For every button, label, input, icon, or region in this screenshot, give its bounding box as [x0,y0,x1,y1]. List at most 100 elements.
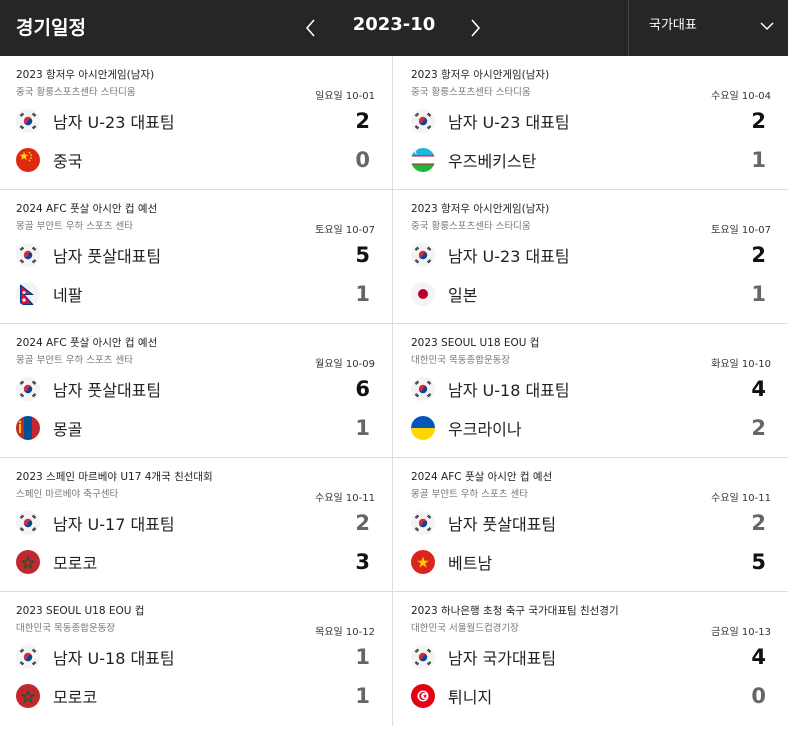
competition-name: 2024 AFC 풋살 아시안 컵 예선 [16,337,158,349]
korea-flag-icon [16,109,40,133]
team-name: 모로코 [53,688,98,707]
team-score: 4 [751,377,766,401]
home-team: 남자 U-17 대표팀 2 [16,510,370,536]
team-score: 1 [355,282,370,306]
home-team: 남자 U-18 대표팀 4 [411,376,766,402]
match-date: 금요일 10-13 [711,627,771,638]
away-team: 모로코 1 [16,683,370,709]
match-date: 수요일 10-11 [711,493,771,504]
competition-name: 2023 SEOUL U18 EOU 컵 [411,337,540,349]
venue-name: 몽골 부얀트 우하 스포츠 센타 [16,355,133,366]
prev-month-button[interactable] [299,16,323,40]
competition-name: 2024 AFC 풋살 아시안 컵 예선 [16,203,158,215]
match-column-right: 2023 항저우 아시안게임(남자) 중국 황룽스포츠센타 스타디움 수요일 1… [393,56,788,726]
competition-name: 2023 SEOUL U18 EOU 컵 [16,605,145,617]
team-name: 튀니지 [448,688,493,707]
away-team: 중국 0 [16,147,370,173]
match-date: 토요일 10-07 [711,225,771,236]
team-name: 남자 U-18 대표팀 [53,649,175,668]
team-name: 남자 풋살대표팀 [53,247,162,266]
away-team: 베트남 5 [411,549,766,575]
team-name: 남자 U-23 대표팀 [448,247,570,266]
away-team: 우크라이나 2 [411,415,766,441]
team-name: 남자 U-23 대표팀 [53,113,175,132]
match-card[interactable]: 2023 항저우 아시안게임(남자) 중국 황룽스포츠센타 스타디움 토요일 1… [393,190,788,324]
match-card[interactable]: 2023 항저우 아시안게임(남자) 중국 황룽스포츠센타 스타디움 수요일 1… [393,56,788,190]
match-card[interactable]: 2023 SEOUL U18 EOU 컵 대한민국 목동종합운동장 화요일 10… [393,324,788,458]
nepal-flag-icon [16,282,40,306]
team-score: 2 [751,243,766,267]
team-name: 남자 국가대표팀 [448,649,557,668]
team-score: 1 [751,148,766,172]
morocco-flag-icon [16,550,40,574]
team-score: 5 [751,550,766,574]
chevron-right-icon [471,19,481,37]
home-team: 남자 U-18 대표팀 1 [16,644,370,670]
team-score: 4 [751,645,766,669]
competition-name: 2023 하나은행 초청 축구 국가대표팀 친선경기 [411,605,619,617]
team-score: 2 [355,511,370,535]
team-filter-dropdown[interactable]: 국가대표 [628,0,788,56]
mongolia-flag-icon [16,416,40,440]
match-card[interactable]: 2023 항저우 아시안게임(남자) 중국 황룽스포츠센타 스타디움 일요일 1… [0,56,392,190]
team-name: 남자 풋살대표팀 [53,381,162,400]
team-name: 우크라이나 [448,420,522,439]
venue-name: 몽골 부얀트 우하 스포츠 센타 [411,489,528,500]
team-name: 중국 [53,152,83,171]
team-score: 2 [751,416,766,440]
match-card[interactable]: 2024 AFC 풋살 아시안 컵 예선 몽골 부얀트 우하 스포츠 센타 월요… [0,324,392,458]
team-name: 모로코 [53,554,98,573]
team-score: 6 [355,377,370,401]
page-title: 경기일정 [16,17,86,39]
match-date: 수요일 10-11 [315,493,375,504]
korea-flag-icon [411,511,435,535]
home-team: 남자 풋살대표팀 2 [411,510,766,536]
match-card[interactable]: 2023 스페인 마르베야 U17 4개국 친선대회 스페인 마르베야 축구센타… [0,458,392,592]
team-score: 1 [355,684,370,708]
team-name: 남자 U-18 대표팀 [448,381,570,400]
team-name: 일본 [448,286,478,305]
away-team: 우즈베키스탄 1 [411,147,766,173]
ukraine-flag-icon [411,416,435,440]
team-filter-value: 국가대표 [649,18,697,33]
vietnam-flag-icon [411,550,435,574]
chevron-left-icon [305,19,315,37]
match-card[interactable]: 2024 AFC 풋살 아시안 컵 예선 몽골 부얀트 우하 스포츠 센타 수요… [393,458,788,592]
korea-flag-icon [16,377,40,401]
competition-name: 2023 항저우 아시안게임(남자) [411,69,550,81]
team-score: 2 [751,109,766,133]
venue-name: 대한민국 서울월드컵경기장 [411,623,519,634]
team-score: 1 [355,645,370,669]
away-team: 모로코 3 [16,549,370,575]
current-month: 2023-10 [352,14,436,35]
next-month-button[interactable] [463,16,487,40]
team-name: 남자 U-23 대표팀 [448,113,570,132]
korea-flag-icon [16,645,40,669]
match-card[interactable]: 2023 SEOUL U18 EOU 컵 대한민국 목동종합운동장 목요일 10… [0,592,392,726]
home-team: 남자 U-23 대표팀 2 [411,108,766,134]
venue-name: 대한민국 목동종합운동장 [16,623,116,634]
venue-name: 대한민국 목동종합운동장 [411,355,511,366]
match-date: 토요일 10-07 [315,225,375,236]
korea-flag-icon [411,109,435,133]
away-team: 튀니지 0 [411,683,766,709]
home-team: 남자 풋살대표팀 5 [16,242,370,268]
team-score: 5 [355,243,370,267]
match-card[interactable]: 2024 AFC 풋살 아시안 컵 예선 몽골 부얀트 우하 스포츠 센타 토요… [0,190,392,324]
home-team: 남자 풋살대표팀 6 [16,376,370,402]
schedule-header: 경기일정 2023-10 국가대표 [0,0,788,56]
korea-flag-icon [411,645,435,669]
match-column-left: 2023 항저우 아시안게임(남자) 중국 황룽스포츠센타 스타디움 일요일 1… [0,56,392,726]
team-score: 0 [355,148,370,172]
chevron-down-icon [760,22,774,31]
match-card[interactable]: 2023 하나은행 초청 축구 국가대표팀 친선경기 대한민국 서울월드컵경기장… [393,592,788,726]
venue-name: 몽골 부얀트 우하 스포츠 센타 [16,221,133,232]
morocco-flag-icon [16,684,40,708]
korea-flag-icon [411,377,435,401]
venue-name: 중국 황룽스포츠센타 스타디움 [411,87,531,98]
match-date: 화요일 10-10 [711,359,771,370]
match-grid: 2023 항저우 아시안게임(남자) 중국 황룽스포츠센타 스타디움 일요일 1… [0,56,788,726]
match-date: 월요일 10-09 [315,359,375,370]
away-team: 네팔 1 [16,281,370,307]
venue-name: 중국 황룽스포츠센타 스타디움 [411,221,531,232]
